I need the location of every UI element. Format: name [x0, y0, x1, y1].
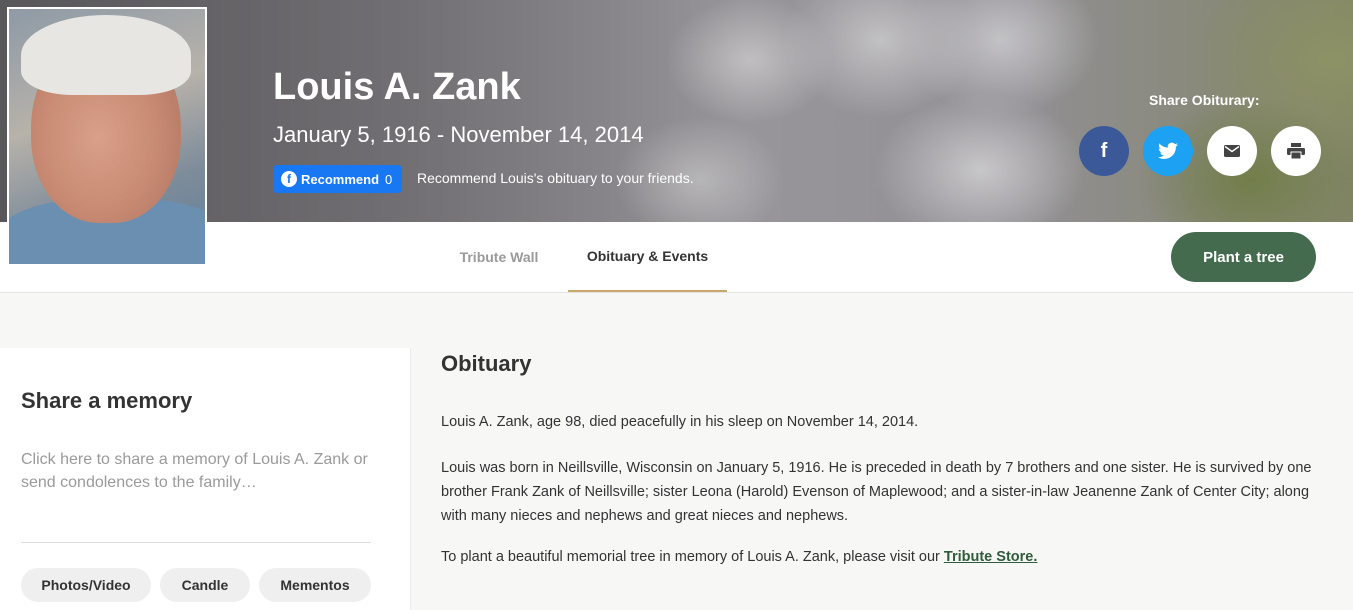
photo-hair — [21, 15, 191, 95]
divider — [21, 542, 371, 543]
share-memory-panel: Share a memory Click here to share a mem… — [0, 348, 411, 610]
twitter-icon — [1158, 142, 1178, 159]
memory-input[interactable]: Click here to share a memory of Louis A.… — [21, 448, 371, 494]
mail-icon — [1224, 145, 1240, 157]
tab-tribute-wall[interactable]: Tribute Wall — [450, 222, 548, 292]
recommend-count: 0 — [385, 171, 393, 187]
share-twitter-button[interactable] — [1143, 126, 1193, 176]
share-email-button[interactable] — [1207, 126, 1257, 176]
facebook-icon: f — [1100, 139, 1108, 162]
facebook-recommend-button[interactable]: f Recommend 0 — [273, 165, 402, 193]
share-print-button[interactable] — [1271, 126, 1321, 176]
life-dates: January 5, 1916 - November 14, 2014 — [273, 122, 644, 147]
obituary-paragraph-2: Louis was born in Neillsville, Wisconsin… — [441, 460, 1312, 524]
obituary-title: Obituary — [441, 351, 532, 376]
profile-photo — [7, 7, 207, 266]
plant-tree-button[interactable]: Plant a tree — [1171, 232, 1316, 282]
obituary-paragraph-3: To plant a beautiful memorial tree in me… — [441, 545, 1326, 569]
obituary-paragraph-1: Louis A. Zank, age 98, died peacefully i… — [441, 414, 919, 430]
mementos-button[interactable]: Mementos — [259, 568, 371, 602]
share-memory-title: Share a memory — [21, 388, 193, 413]
candle-button[interactable]: Candle — [160, 568, 250, 602]
recommend-label: Recommend — [301, 171, 380, 187]
facebook-logo-icon: f — [281, 171, 297, 187]
tribute-store-text: To plant a beautiful memorial tree in me… — [441, 549, 944, 565]
tab-obituary-events[interactable]: Obituary & Events — [568, 222, 727, 292]
print-icon — [1287, 143, 1305, 159]
share-label: Share Obiturary: — [1149, 92, 1260, 108]
recommend-text: Recommend Louis's obituary to your frien… — [417, 170, 694, 186]
share-facebook-button[interactable]: f — [1079, 126, 1129, 176]
photos-video-button[interactable]: Photos/Video — [21, 568, 151, 602]
deceased-name: Louis A. Zank — [273, 66, 521, 108]
tribute-store-link[interactable]: Tribute Store. — [944, 549, 1037, 565]
